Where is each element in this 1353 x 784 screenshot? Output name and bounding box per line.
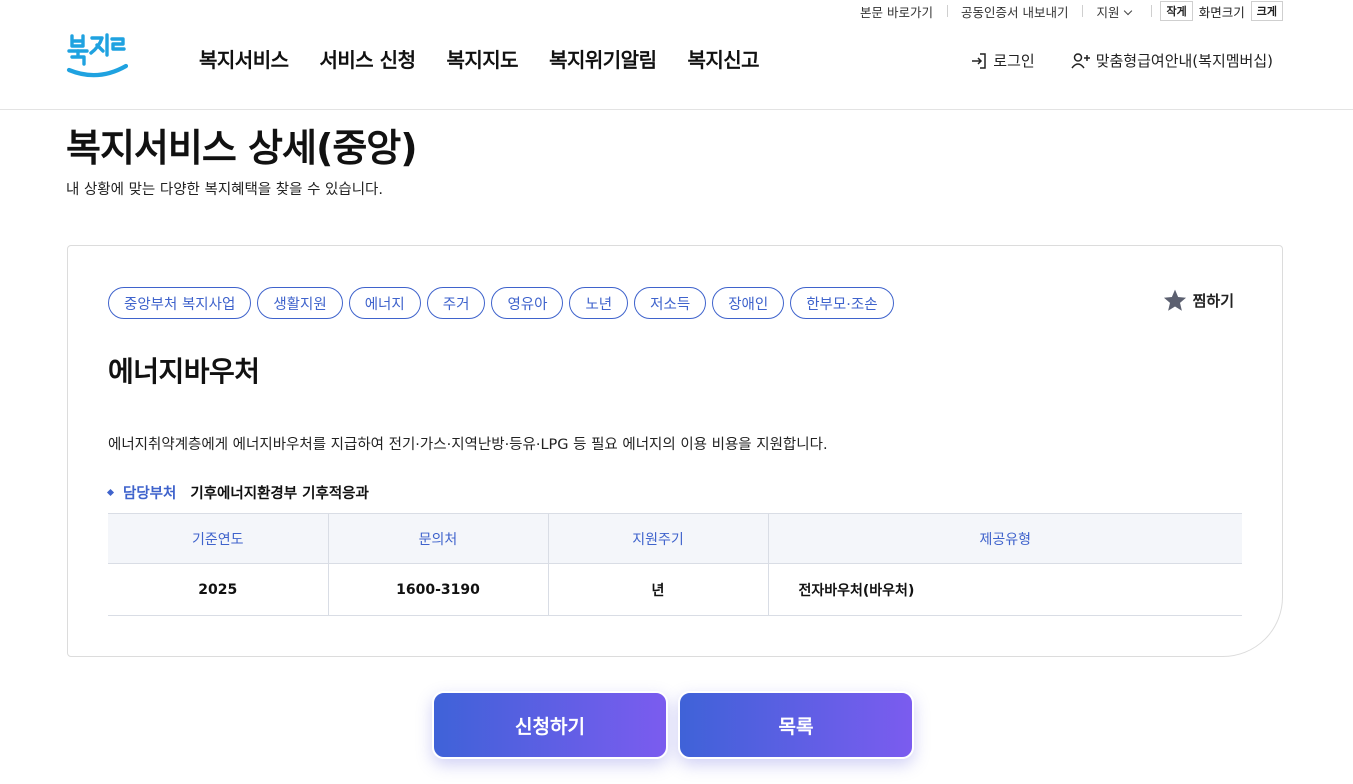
nav-crisis-alert[interactable]: 복지위기알림 xyxy=(549,44,657,73)
star-icon xyxy=(1163,289,1186,311)
department-label: 담당부처 xyxy=(123,486,177,502)
tag-infants[interactable]: 영유아 xyxy=(491,287,564,319)
department-row: 담당부처 기후에너지환경부 기후적응과 xyxy=(106,482,369,503)
table-row: 2025 1600-3190 년 전자바우처(바우처) xyxy=(108,563,1242,616)
nav-welfare-map[interactable]: 복지지도 xyxy=(446,44,518,73)
service-title: 에너지바우처 xyxy=(108,355,260,388)
service-description: 에너지취약계층에게 에너지바우처를 지급하여 전기·가스·지역난방·등유·LPG… xyxy=(108,437,828,453)
cert-export-link[interactable]: 공동인증서 내보내기 xyxy=(946,2,1082,21)
nav-welfare-report[interactable]: 복지신고 xyxy=(687,44,759,73)
cell-provision-type: 전자바우처(바우처) xyxy=(767,563,1242,616)
service-info-table: 기준연도 문의처 지원주기 제공유형 2025 1600-3190 년 전자바우… xyxy=(108,513,1242,616)
page-description: 내 상황에 맞는 다양한 복지혜택을 찾을 수 있습니다. xyxy=(66,182,384,198)
tag-housing[interactable]: 주거 xyxy=(426,287,486,319)
department-value: 기후에너지환경부 기후적응과 xyxy=(190,486,369,502)
support-dropdown[interactable]: 지원 xyxy=(1082,2,1145,21)
membership-link[interactable]: 맞춤형급여안내(복지멤버십) xyxy=(1071,50,1273,71)
tag-low-income[interactable]: 저소득 xyxy=(634,287,707,319)
header-actions: 로그인 맞춤형급여안내(복지멤버십) xyxy=(970,50,1273,71)
favorite-button[interactable]: 찜하기 xyxy=(1162,288,1234,313)
tag-elderly[interactable]: 노년 xyxy=(569,287,629,319)
zoom-out-button[interactable]: 작게 xyxy=(1160,1,1193,21)
nav-welfare-services[interactable]: 복지서비스 xyxy=(199,44,289,73)
list-button[interactable]: 목록 xyxy=(678,691,914,759)
divider xyxy=(1151,5,1153,17)
header-provision-type: 제공유형 xyxy=(767,513,1242,564)
nav-service-apply[interactable]: 서비스 신청 xyxy=(320,44,416,73)
tag-energy[interactable]: 에너지 xyxy=(348,287,421,319)
header-contact: 문의처 xyxy=(327,513,548,564)
apply-button[interactable]: 신청하기 xyxy=(432,691,668,759)
tag-disabled[interactable]: 장애인 xyxy=(712,287,785,319)
service-card: 중앙부처 복지사업 생활지원 에너지 주거 영유아 노년 저소득 장애인 한부모… xyxy=(67,245,1283,657)
login-link[interactable]: 로그인 xyxy=(970,50,1035,71)
bullet-icon xyxy=(106,488,115,497)
header-support-cycle: 지원주기 xyxy=(547,513,768,564)
user-add-icon xyxy=(1071,52,1090,68)
page-title: 복지서비스 상세(중앙) xyxy=(66,126,418,170)
support-label: 지원 xyxy=(1096,4,1120,20)
site-logo[interactable] xyxy=(66,30,129,80)
site-header: 복지서비스 서비스 신청 복지지도 복지위기알림 복지신고 로그인 맞춤형급여안… xyxy=(0,22,1353,110)
zoom-in-button[interactable]: 크게 xyxy=(1250,1,1283,21)
tag-central-ministry[interactable]: 중앙부처 복지사업 xyxy=(108,287,252,319)
zoom-label: 화면크기 xyxy=(1198,4,1245,20)
login-icon xyxy=(972,52,987,69)
membership-label: 맞춤형급여안내(복지멤버십) xyxy=(1095,52,1273,70)
cell-contact: 1600-3190 xyxy=(327,563,548,616)
header-base-year: 기준연도 xyxy=(108,513,328,564)
favorite-label: 찜하기 xyxy=(1192,292,1234,310)
login-label: 로그인 xyxy=(993,52,1035,70)
category-tags: 중앙부처 복지사업 생활지원 에너지 주거 영유아 노년 저소득 장애인 한부모… xyxy=(108,287,894,319)
skip-to-content-link[interactable]: 본문 바로가기 xyxy=(846,2,947,21)
cell-base-year: 2025 xyxy=(108,563,328,616)
main-nav: 복지서비스 서비스 신청 복지지도 복지위기알림 복지신고 xyxy=(199,44,760,73)
table-header-row: 기준연도 문의처 지원주기 제공유형 xyxy=(108,513,1242,564)
tag-living-support[interactable]: 생활지원 xyxy=(257,287,343,319)
utility-bar: 본문 바로가기 공동인증서 내보내기 지원 작게 화면크기 크게 xyxy=(846,0,1283,22)
chevron-down-icon xyxy=(1124,6,1133,15)
tag-single-parent[interactable]: 한부모·조손 xyxy=(790,287,894,319)
cell-support-cycle: 년 xyxy=(547,563,768,616)
